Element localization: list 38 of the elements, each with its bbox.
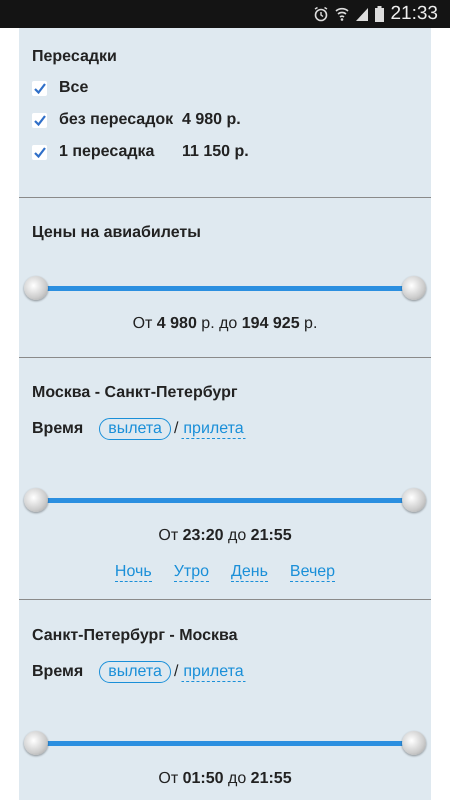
time-mode-toggle[interactable]: вылета <box>99 418 171 440</box>
range-summary: От 23:20 до 21:55 <box>157 527 293 545</box>
option-label: 1 пересадка <box>59 143 156 161</box>
status-time: 21:33 <box>390 3 438 25</box>
period-link[interactable]: Ночь <box>114 563 152 582</box>
slider-thumb[interactable] <box>402 488 426 512</box>
time-label: Время <box>32 420 84 438</box>
option-label: без пересадок <box>59 111 174 129</box>
checkbox[interactable] <box>32 144 47 160</box>
slider-thumb[interactable] <box>402 276 426 300</box>
alarm-clock-icon <box>313 6 330 22</box>
range-summary: От 4 980 р. до 194 925 р. <box>132 315 318 333</box>
slider-thumb[interactable] <box>24 731 48 755</box>
time-mode-toggle[interactable]: вылета <box>99 661 171 683</box>
separator: / <box>174 420 178 438</box>
checkbox[interactable] <box>32 112 47 128</box>
option-label: Все <box>59 79 90 97</box>
battery-icon <box>375 6 384 22</box>
range-summary: От 01:50 до 21:55 <box>157 770 293 788</box>
wifi-icon <box>335 6 350 22</box>
signal-icon <box>355 6 370 22</box>
period-link[interactable]: Вечер <box>290 563 336 582</box>
separator: / <box>174 663 178 681</box>
time-mode-toggle[interactable]: прилета <box>181 419 246 439</box>
slider-thumb[interactable] <box>24 276 48 300</box>
route-title: Москва - Санкт-Петербург <box>32 384 239 402</box>
route-title: Санкт-Петербург - Москва <box>32 627 239 645</box>
time-mode-toggle[interactable]: прилета <box>181 662 246 682</box>
slider-thumb[interactable] <box>402 731 426 755</box>
section-title: Цены на авиабилеты <box>32 224 202 242</box>
checkbox[interactable] <box>32 80 47 96</box>
option-price: 4 980 р. <box>182 111 241 129</box>
section-title: Пересадки <box>32 48 118 66</box>
time-label: Время <box>32 663 84 681</box>
slider-thumb[interactable] <box>24 488 48 512</box>
period-link[interactable]: День <box>231 563 268 582</box>
period-link[interactable]: Утро <box>174 563 209 582</box>
option-price: 11 150 р. <box>182 143 249 161</box>
